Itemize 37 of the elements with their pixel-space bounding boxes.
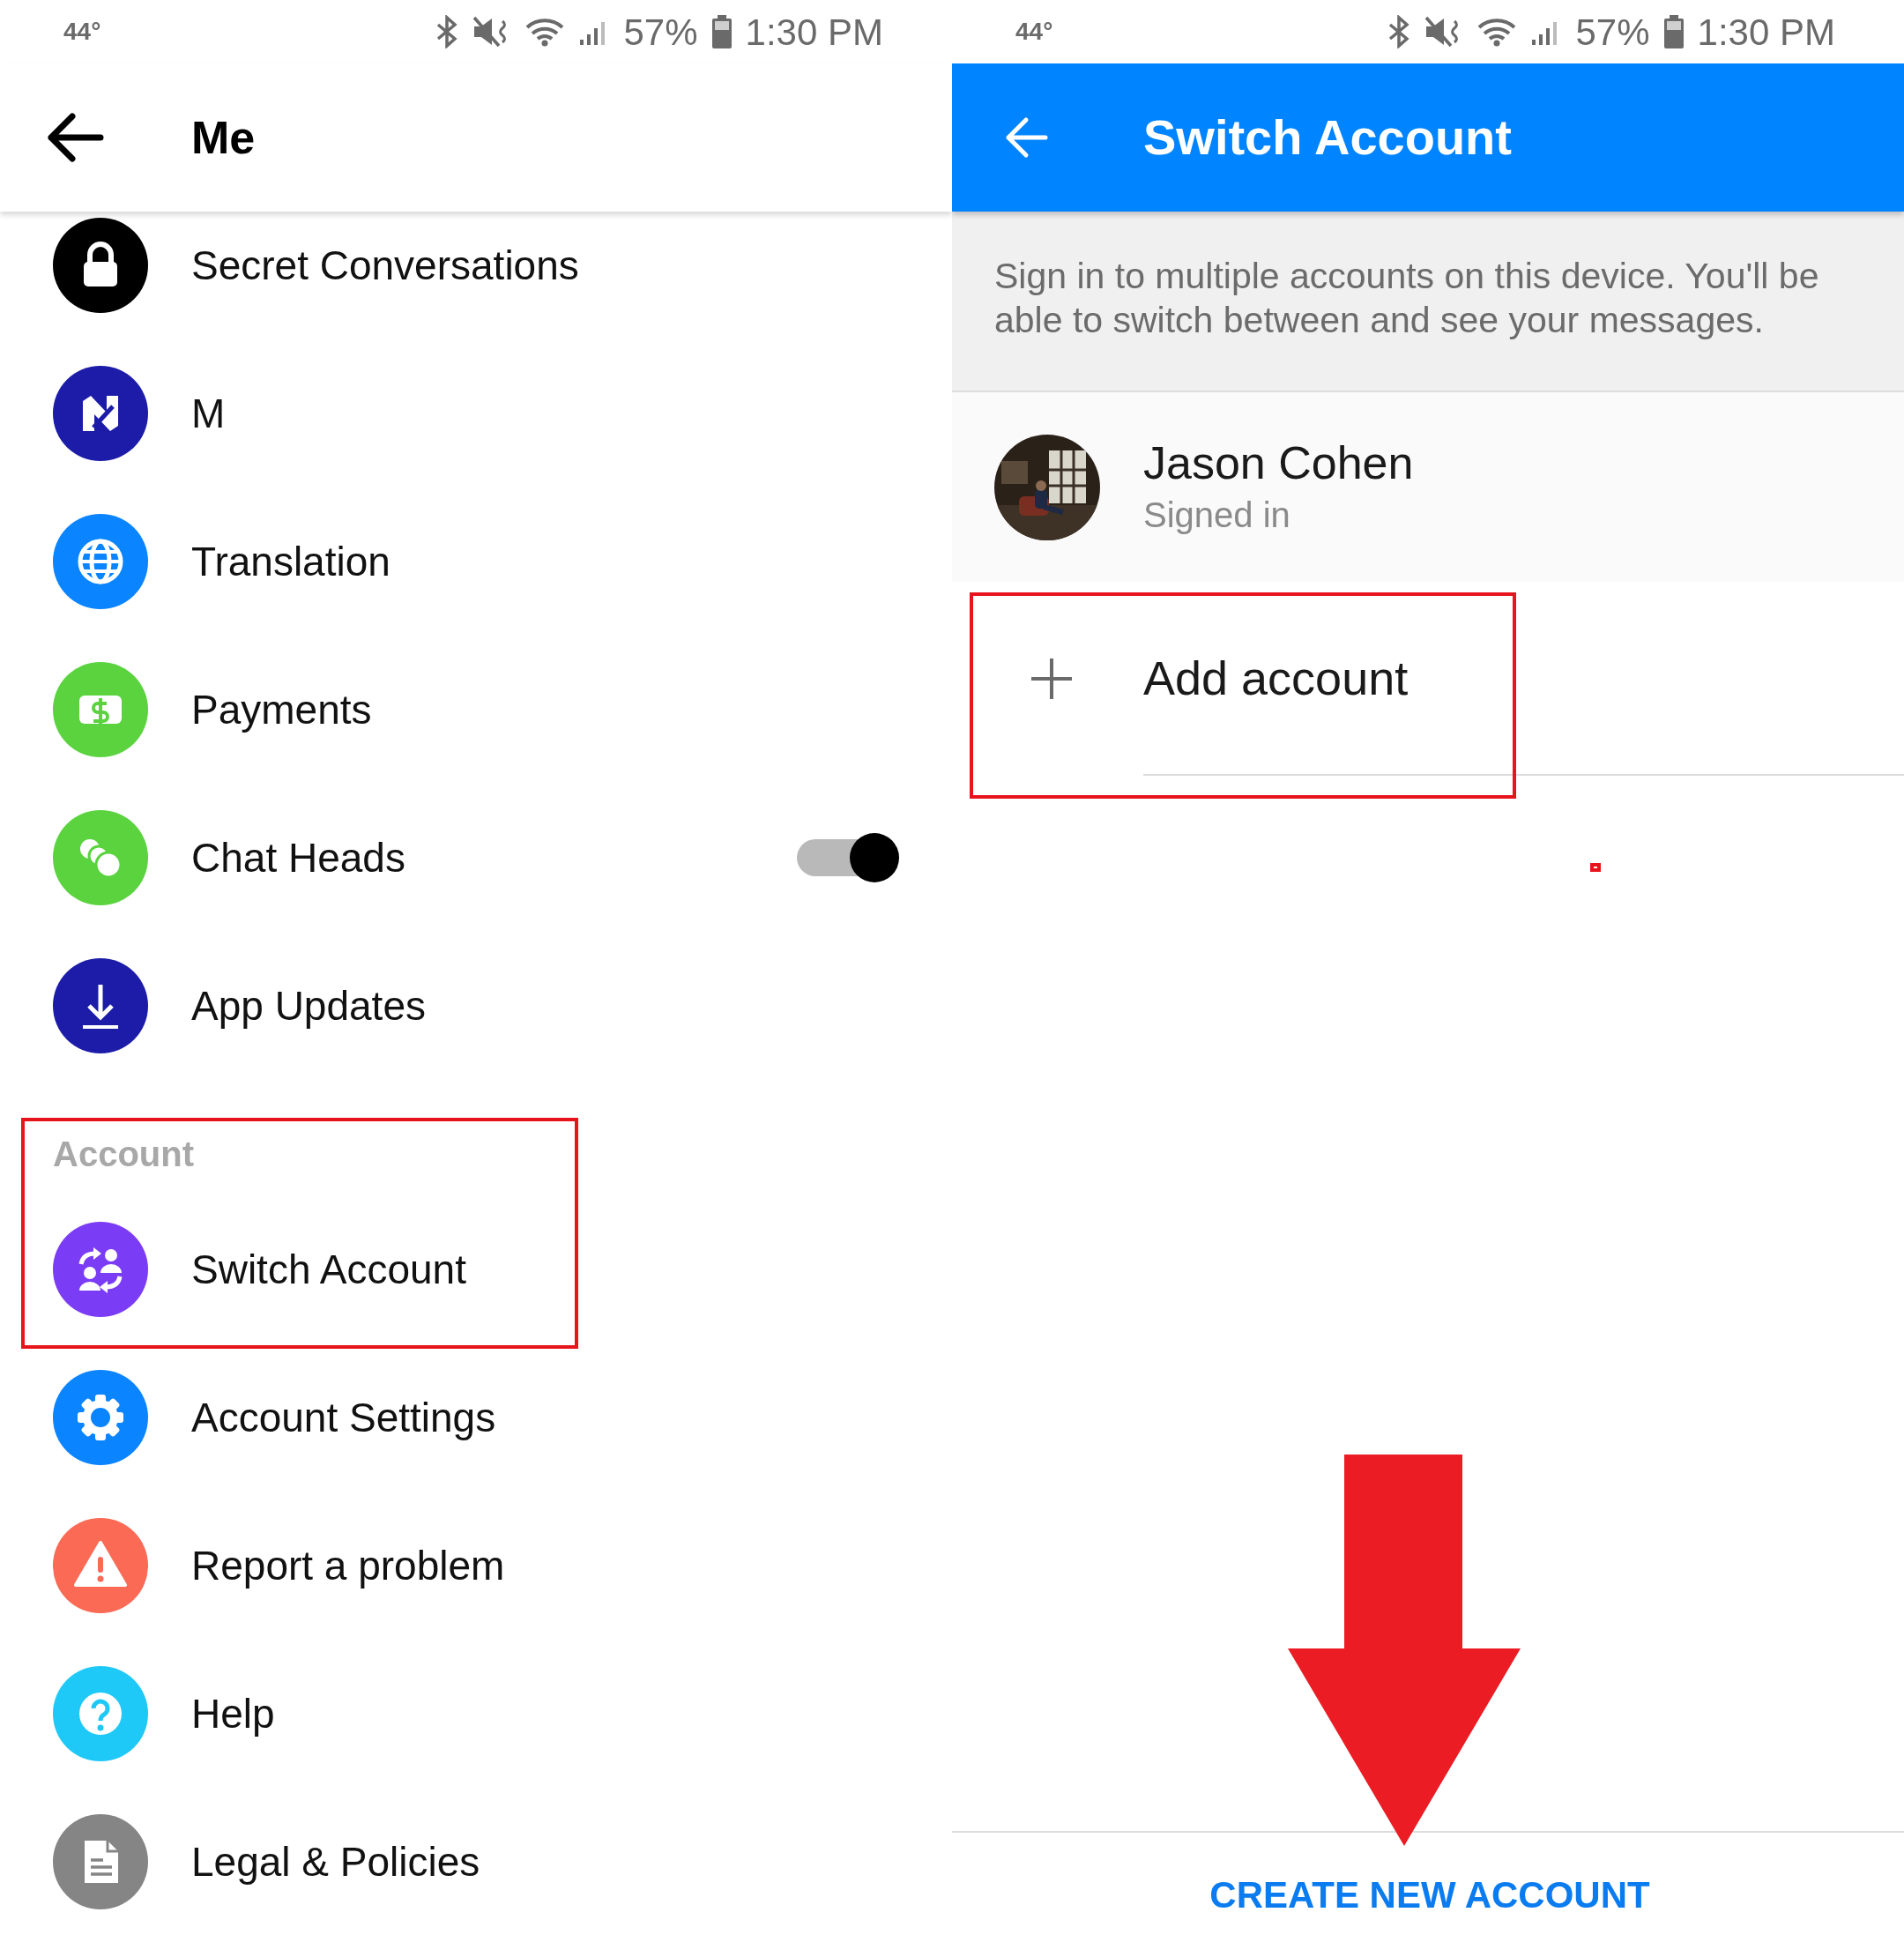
page-title: Me: [191, 111, 256, 165]
add-account-label: Add account: [1143, 650, 1409, 706]
account-name: Jason Cohen: [1143, 435, 1414, 490]
page-title: Switch Account: [1143, 108, 1512, 167]
battery-percent-text: 57%: [1575, 10, 1650, 55]
menu-item[interactable]: Account Settings: [0, 1343, 952, 1492]
bluetooth-icon: [435, 15, 458, 48]
highlight-frame: [1590, 863, 1601, 872]
toggle-thumb[interactable]: [850, 833, 899, 882]
battery-icon: [1663, 15, 1684, 48]
temperature-text: 44°: [63, 17, 101, 47]
toggle-switch[interactable]: [797, 833, 899, 882]
menu-item[interactable]: M: [0, 339, 952, 487]
menu-item[interactable]: Payments: [0, 636, 952, 784]
clock-text: 1:30 PM: [745, 10, 883, 55]
battery-percent-text: 57%: [623, 10, 698, 55]
clock-text: 1:30 PM: [1697, 10, 1835, 55]
battery-icon: [711, 15, 732, 48]
menu-item[interactable]: Report a problem: [0, 1492, 952, 1640]
menu-item[interactable]: Switch Account: [0, 1195, 952, 1343]
add-account-row[interactable]: Add account: [952, 582, 1904, 776]
menu-item[interactable]: Help: [0, 1640, 952, 1788]
menu-item[interactable]: App Updates: [0, 932, 952, 1080]
menu-item[interactable]: Translation: [0, 487, 952, 636]
section-header: Account: [53, 1135, 194, 1173]
menu-item[interactable]: Chat Heads: [0, 784, 952, 932]
account-row[interactable]: Jason Cohen Signed in: [952, 392, 1904, 582]
description-text: Sign in to multiple accounts on this device. You'll be able to switch between and see your messages.: [994, 255, 1820, 342]
menu-item[interactable]: Legal & Policies: [0, 1788, 952, 1936]
wifi-icon: [524, 17, 564, 47]
temperature-text: 44°: [1015, 17, 1053, 47]
bluetooth-icon: [1387, 15, 1410, 48]
menu-item[interactable]: Secret Conversations: [0, 212, 952, 339]
create-account-button[interactable]: CREATE NEW ACCOUNT: [1206, 1867, 1650, 1923]
account-status: Signed in: [1143, 494, 1291, 536]
plus-icon: [1031, 659, 1072, 699]
wifi-icon: [1476, 17, 1516, 47]
